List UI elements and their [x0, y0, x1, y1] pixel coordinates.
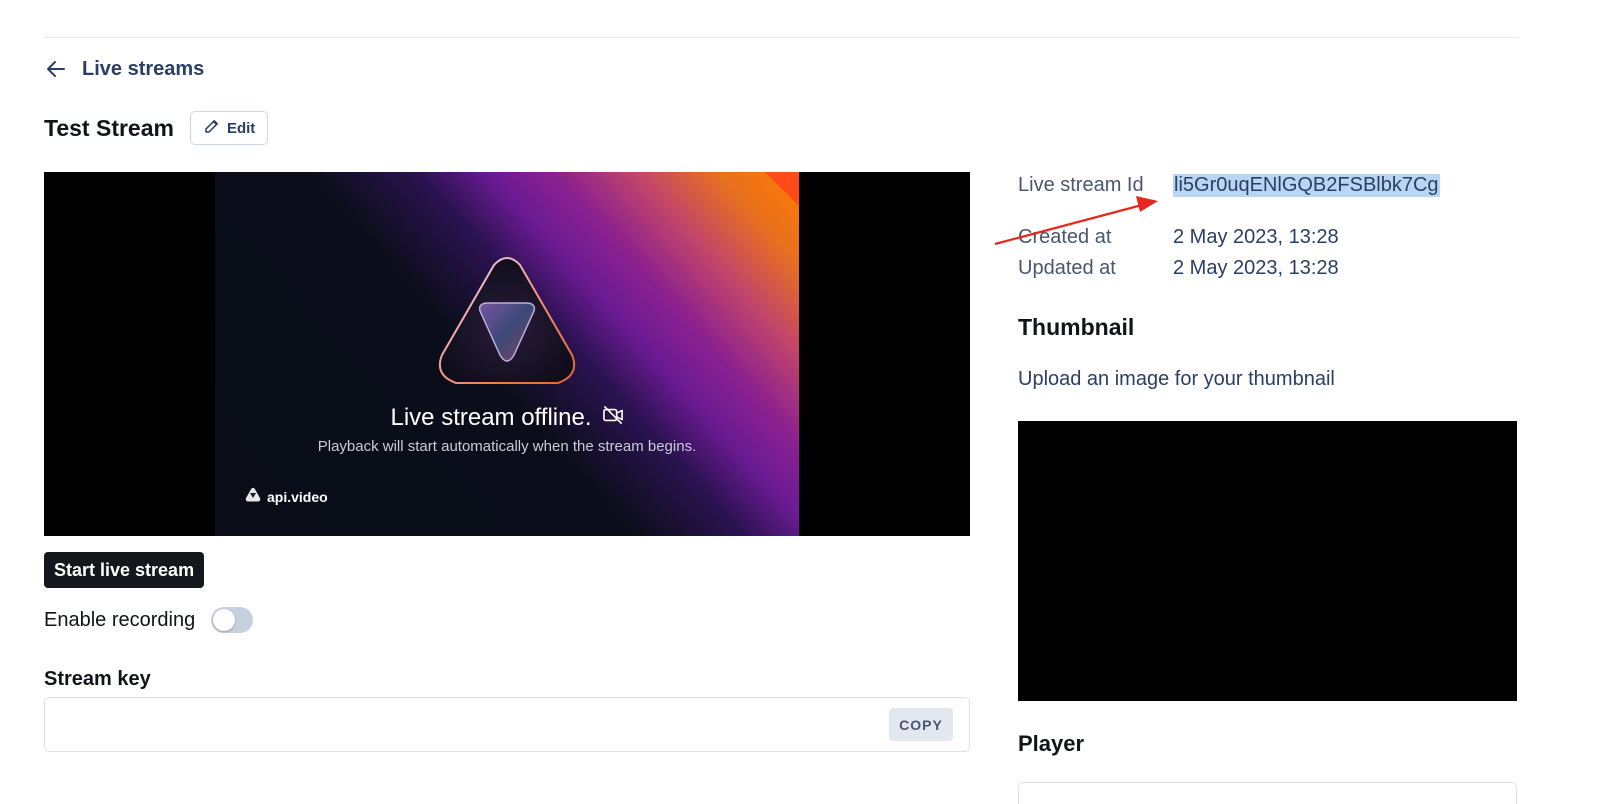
- back-link-label: Live streams: [82, 57, 205, 80]
- offline-title: Live stream offline.: [215, 404, 799, 432]
- pencil-icon: [203, 117, 221, 139]
- offline-poster: Live stream offline. Playback will start…: [215, 172, 799, 536]
- enable-recording-toggle[interactable]: [211, 607, 254, 633]
- thumbnail-preview: [1018, 421, 1517, 701]
- updated-at-label: Updated at: [1018, 257, 1116, 279]
- player-embed-box: [1018, 782, 1517, 804]
- upload-thumbnail-link[interactable]: Upload an image for your thumbnail: [1018, 368, 1335, 391]
- edit-button-label: Edit: [226, 119, 256, 137]
- created-at-value: 2 May 2023, 13:28: [1173, 226, 1339, 248]
- stream-key-heading: Stream key: [44, 668, 151, 690]
- toggle-knob: [213, 609, 236, 631]
- brand-logo-icon: [245, 487, 261, 506]
- api-video-logo-icon: [434, 255, 580, 394]
- live-stream-id-value[interactable]: li5Gr0uqENlGQB2FSBlbk7Cg: [1173, 174, 1440, 197]
- offline-title-text: Live stream offline.: [390, 404, 592, 431]
- copy-stream-key-button[interactable]: COPY: [889, 708, 953, 741]
- recording-row: Enable recording: [44, 604, 254, 636]
- thumbnail-heading: Thumbnail: [1018, 314, 1135, 340]
- stream-key-field[interactable]: COPY: [44, 697, 970, 752]
- top-divider: [44, 37, 1517, 38]
- live-stream-detail-page: Live streams Test Stream Edit Live strea…: [0, 0, 1600, 804]
- player-heading: Player: [1018, 731, 1085, 756]
- brand-name: api.video: [267, 488, 328, 505]
- arrow-left-icon: [44, 57, 68, 81]
- camera-off-icon: [602, 404, 624, 432]
- back-to-live-streams-link[interactable]: Live streams: [44, 54, 204, 84]
- video-player[interactable]: Live stream offline. Playback will start…: [44, 172, 970, 536]
- live-stream-id-label: Live stream Id: [1018, 174, 1144, 196]
- title-row: Test Stream Edit: [44, 108, 269, 148]
- brand-watermark: api.video: [245, 487, 328, 506]
- page-title: Test Stream: [44, 114, 174, 141]
- poster-corner-accent: [765, 172, 799, 206]
- start-live-stream-button[interactable]: Start live stream: [44, 552, 205, 588]
- edit-button[interactable]: Edit: [189, 111, 269, 145]
- created-at-label: Created at: [1018, 226, 1112, 248]
- offline-subtitle: Playback will start automatically when t…: [317, 438, 697, 455]
- enable-recording-label: Enable recording: [44, 608, 196, 631]
- updated-at-value: 2 May 2023, 13:28: [1173, 257, 1339, 279]
